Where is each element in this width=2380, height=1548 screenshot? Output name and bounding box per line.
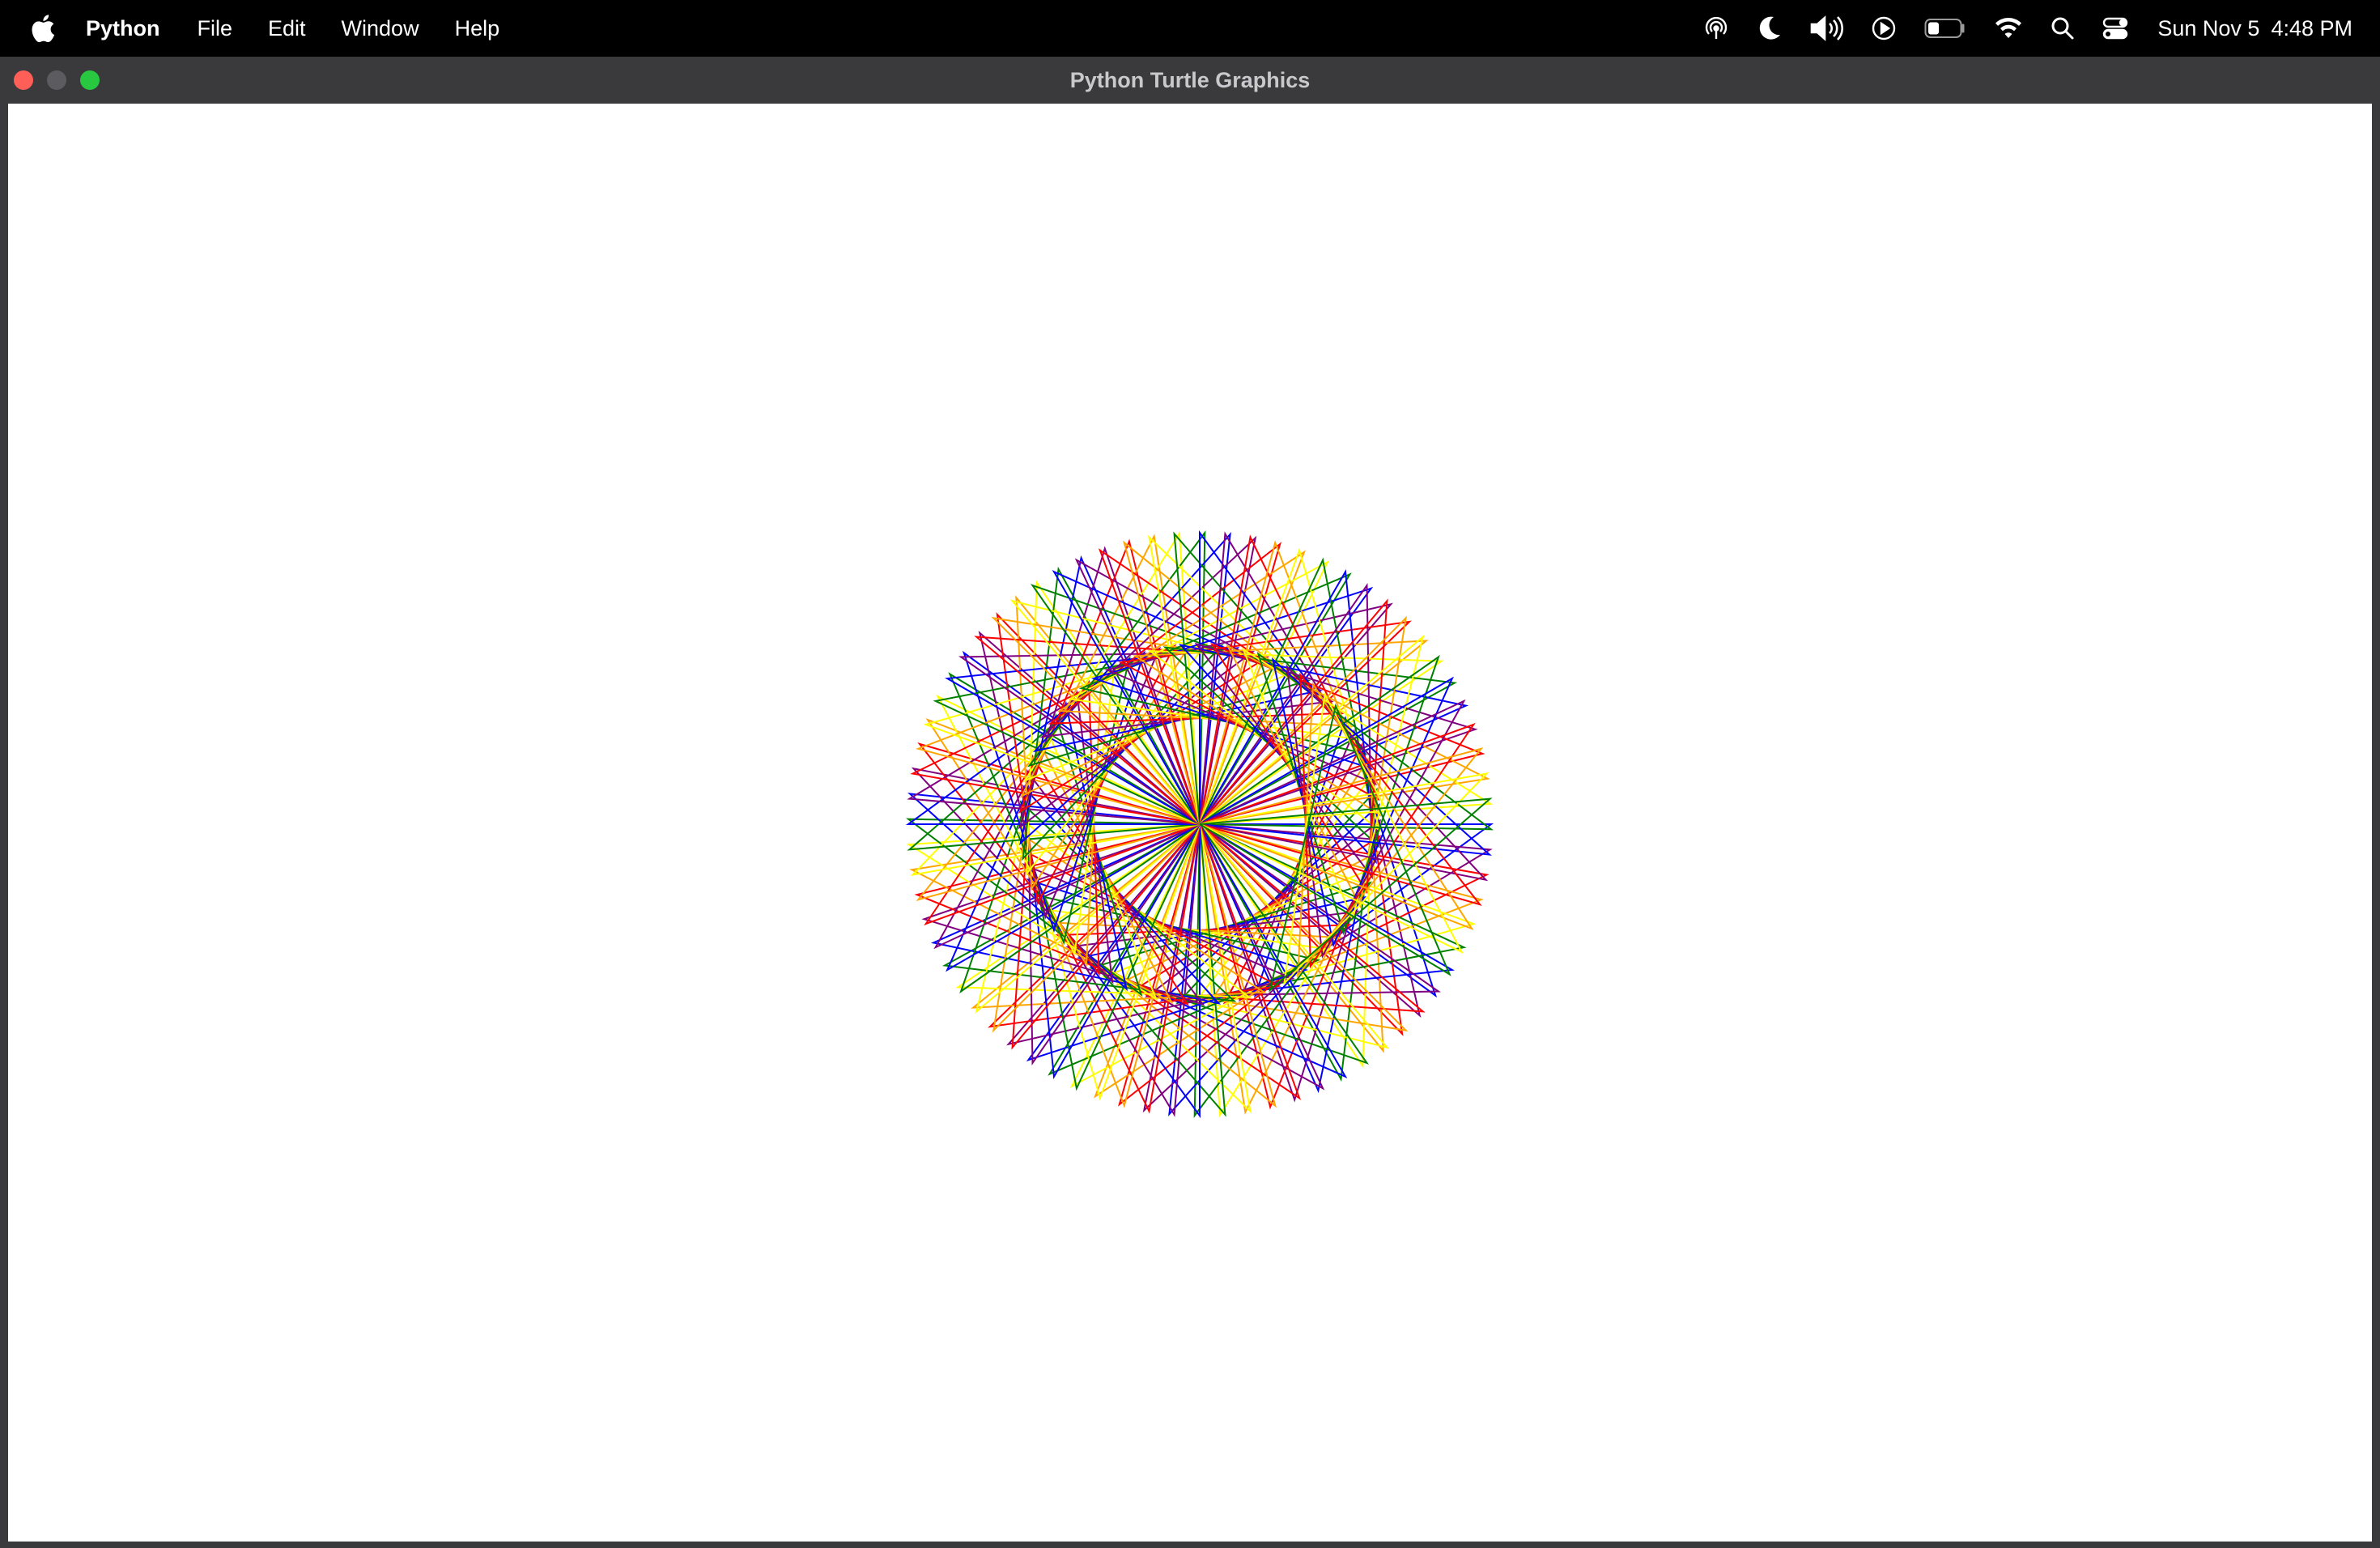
search-icon[interactable] [2051, 12, 2075, 45]
turtle-window: Python Turtle Graphics [0, 57, 2380, 1548]
menu-help[interactable]: Help [455, 16, 500, 41]
battery-icon[interactable] [1924, 12, 1966, 45]
turtle-canvas-area[interactable] [8, 104, 2372, 1542]
menu-bar-clock[interactable]: Sun Nov 5 4:48 PM [2157, 16, 2352, 41]
volume-icon[interactable] [1809, 12, 1844, 45]
minimize-button[interactable] [47, 70, 66, 90]
wifi-icon[interactable] [1994, 12, 2023, 45]
menu-bar: Python File Edit Window Help Sun Nov 5 4… [0, 0, 2380, 57]
menu-app-python[interactable]: Python [86, 16, 160, 41]
window-titlebar[interactable]: Python Turtle Graphics [0, 57, 2380, 104]
apple-logo-icon[interactable] [29, 12, 57, 45]
menu-file[interactable]: File [198, 16, 233, 41]
close-button[interactable] [14, 70, 33, 90]
menu-bar-left: Python File Edit Window Help [0, 0, 535, 57]
menu-bar-status-area: Sun Nov 5 4:48 PM [1675, 0, 2352, 57]
control-center-icon[interactable] [2102, 12, 2128, 45]
clock-date: Sun Nov 5 [2157, 15, 2260, 40]
clock-time: 4:48 PM [2271, 15, 2352, 40]
maximize-button[interactable] [80, 70, 100, 90]
airdrop-icon[interactable] [1702, 12, 1730, 45]
moon-icon[interactable] [1757, 12, 1782, 45]
window-title: Python Turtle Graphics [1069, 67, 1311, 92]
menu-edit[interactable]: Edit [268, 16, 306, 41]
play-icon[interactable] [1871, 12, 1897, 45]
traffic-lights [14, 70, 100, 90]
turtle-drawing [905, 529, 1494, 1119]
menu-window[interactable]: Window [342, 16, 419, 41]
